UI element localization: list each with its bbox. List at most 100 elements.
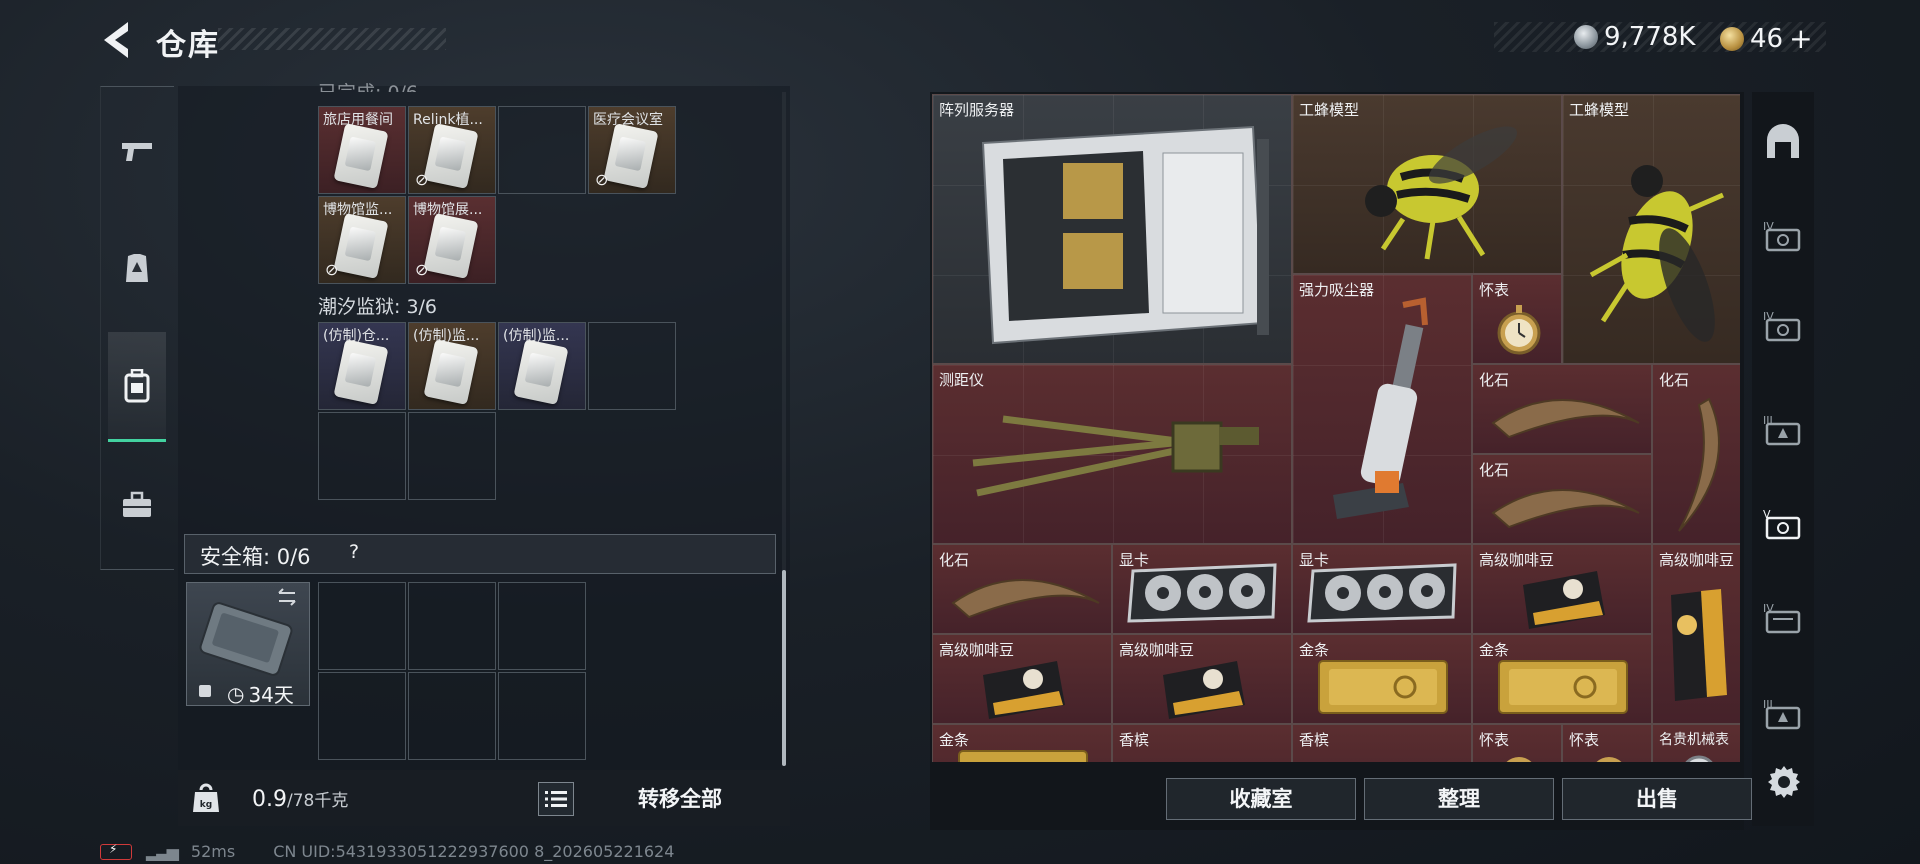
keycard-item[interactable]: Relink植... ⊘	[408, 106, 496, 194]
keycard-icon	[333, 213, 389, 279]
inventory-item[interactable]: 显卡	[1292, 544, 1472, 634]
gold-currency[interactable]: 46 +	[1720, 22, 1813, 55]
safebox-slot[interactable]	[318, 582, 406, 670]
inventory-item[interactable]: 工蜂模型	[1292, 94, 1562, 274]
safebox-label: 安全箱: 0/6	[200, 545, 311, 569]
collection-room-button[interactable]: 收藏室	[1166, 778, 1356, 820]
weight-readout: 0.9/78千克	[252, 787, 349, 812]
rail-item-tier3-b[interactable]: III	[1758, 684, 1808, 744]
safebox-slot[interactable]	[498, 672, 586, 760]
rail-item-tier5[interactable]: V	[1758, 494, 1808, 554]
settings-button[interactable]	[1764, 762, 1804, 802]
inventory-item[interactable]: 怀表	[1472, 724, 1562, 762]
safebox-slot[interactable]	[408, 672, 496, 760]
tier5-case-icon: V	[1763, 508, 1801, 540]
keycard-item[interactable]: (仿制)仓...	[318, 322, 406, 410]
inventory-item[interactable]: 高级咖啡豆	[932, 634, 1112, 724]
safebox-slot[interactable]	[318, 672, 406, 760]
rail-item-tier3[interactable]: III	[1758, 400, 1808, 460]
inventory-item[interactable]: 香槟	[1112, 724, 1292, 762]
nav-backpack[interactable]	[108, 332, 166, 442]
inventory-item[interactable]: 测距仪	[932, 364, 1292, 544]
inventory-item[interactable]: 高级咖啡豆	[1472, 544, 1652, 634]
fossil-icon	[951, 579, 1100, 619]
nav-weapons[interactable]	[108, 116, 166, 186]
no-entry-icon: ⊘	[415, 170, 429, 189]
inventory-item[interactable]: 高级咖啡豆	[1652, 544, 1740, 724]
empty-slot[interactable]	[408, 412, 496, 500]
cropped-section-label: 已完成: 0/6	[318, 78, 418, 92]
inventory-item[interactable]: 高级咖啡豆	[1112, 634, 1292, 724]
keycard-icon	[423, 123, 479, 189]
rail-item-all[interactable]	[1758, 112, 1808, 172]
list-view-button[interactable]	[538, 782, 574, 816]
tier4-folder-icon: IV	[1763, 602, 1801, 634]
rangefinder-icon	[972, 415, 1259, 497]
stash-scrollbar[interactable]	[782, 570, 786, 766]
nav-toolbox[interactable]	[108, 470, 166, 540]
safebox-slot[interactable]	[498, 582, 586, 670]
coffee-icon	[1523, 571, 1605, 629]
tide-prison-label: 潮汐监狱: 3/6	[318, 296, 438, 318]
rail-item-tier4-b[interactable]: IV	[1758, 296, 1808, 356]
server-icon	[981, 125, 1269, 345]
inventory-item[interactable]: 金条	[1292, 634, 1472, 724]
keycard-icon	[423, 213, 479, 279]
champagne-icon	[1313, 753, 1453, 762]
inventory-item[interactable]: 强力吸尘器	[1292, 274, 1472, 544]
gold-amount: 46	[1750, 23, 1784, 54]
inventory-item[interactable]: 化石	[932, 544, 1112, 634]
safe-case-item[interactable]: ◷ 34天	[186, 582, 310, 707]
keycard-item[interactable]: (仿制)监...	[408, 322, 496, 410]
keycard-item[interactable]: 旅店用餐间	[318, 106, 406, 194]
inventory-item[interactable]: 香槟	[1292, 724, 1472, 762]
pocket-watch-icon	[1506, 757, 1532, 762]
inventory-item[interactable]: 怀表	[1562, 724, 1652, 762]
keycard-icon	[423, 339, 479, 405]
inventory-item[interactable]: 金条	[1472, 634, 1652, 724]
weight-icon: kg	[192, 782, 220, 814]
inventory-item[interactable]: 工蜂模型	[1562, 94, 1740, 364]
back-arrow-icon	[104, 22, 128, 58]
backpack-icon	[124, 368, 150, 402]
rail-item-tier4[interactable]: IV	[1758, 206, 1808, 266]
inventory-item[interactable]: 化石	[1472, 364, 1652, 454]
keycard-item[interactable]: 博物馆展... ⊘	[408, 196, 496, 284]
silver-coin-icon	[1574, 25, 1598, 49]
rail-item-tier4-folder[interactable]: IV	[1758, 588, 1808, 648]
tier3-case-icon: III	[1763, 414, 1801, 446]
coffee-icon	[1671, 589, 1727, 701]
inventory-item[interactable]: 化石	[1652, 364, 1740, 544]
transfer-all-button[interactable]: 转移全部	[600, 782, 760, 816]
fossil-icon	[1678, 397, 1720, 532]
inventory-item[interactable]: 怀表	[1472, 274, 1562, 364]
fossil-icon	[1491, 489, 1640, 529]
inventory-item[interactable]: 阵列服务器	[932, 94, 1292, 364]
keycard-item[interactable]: 医疗会议室 ⊘	[588, 106, 676, 194]
empty-slot[interactable]	[318, 412, 406, 500]
empty-slot[interactable]	[588, 322, 676, 410]
keycard-item[interactable]: (仿制)监...	[498, 322, 586, 410]
add-gold-button[interactable]: +	[1789, 22, 1812, 55]
inventory-item[interactable]: 名贵机械表	[1652, 724, 1740, 762]
no-entry-icon: ⊘	[415, 260, 429, 279]
keycard-item[interactable]: 博物馆监... ⊘	[318, 196, 406, 284]
organize-button[interactable]: 整理	[1364, 778, 1554, 820]
pocket-watch-icon	[1497, 305, 1541, 355]
gold-coin-icon	[1720, 26, 1744, 51]
nav-armor[interactable]	[108, 234, 166, 304]
gold-bar-icon	[1498, 660, 1628, 714]
safebox-slot[interactable]	[408, 582, 496, 670]
inventory-grid: 阵列服务器 工蜂模型 工蜂模型 强力吸尘器 怀表 测距仪 化石 化石 化石 化石…	[932, 94, 1740, 762]
coffee-icon	[983, 661, 1065, 719]
silver-currency[interactable]: 9,778K	[1574, 22, 1695, 52]
empty-slot[interactable]	[498, 106, 586, 194]
sell-button[interactable]: 出售	[1562, 778, 1752, 820]
inventory-item[interactable]: 化石	[1472, 454, 1652, 544]
help-icon[interactable]: ?	[340, 541, 368, 567]
list-icon	[545, 791, 567, 807]
inventory-item[interactable]: 金条	[932, 724, 1112, 762]
clock-icon: ◷	[227, 681, 245, 706]
inventory-item[interactable]: 显卡	[1112, 544, 1292, 634]
back-button[interactable]	[98, 18, 136, 62]
